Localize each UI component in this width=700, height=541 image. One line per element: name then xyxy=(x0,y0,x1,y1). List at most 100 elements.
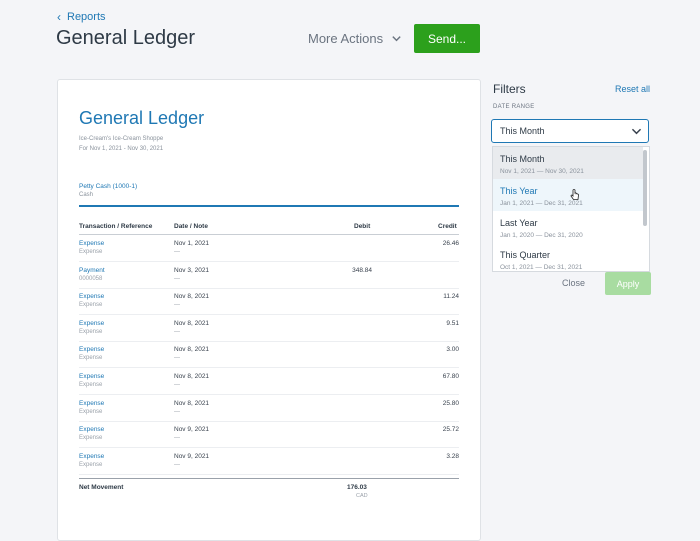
option-label: This Quarter xyxy=(500,250,551,260)
transaction-link[interactable]: Expense xyxy=(79,453,104,460)
note-text: — xyxy=(174,275,180,282)
report-preview: General Ledger Ice-Cream's Ice-Cream Sho… xyxy=(57,79,481,541)
account-name[interactable]: Petty Cash (1000-1) xyxy=(79,183,137,190)
column-header-transaction: Transaction / Reference xyxy=(79,223,153,230)
column-header-date: Date / Note xyxy=(174,223,208,230)
section-divider xyxy=(79,205,459,207)
close-button[interactable]: Close xyxy=(562,278,585,288)
table-row: Expense Expense Nov 9, 2021— 25.72 xyxy=(79,421,459,449)
more-actions-label: More Actions xyxy=(308,31,384,46)
table-row: Expense Expense Nov 8, 2021— 11.24 xyxy=(79,288,459,316)
transaction-link[interactable]: Expense xyxy=(79,240,104,247)
table-row: Expense Expense Nov 1, 2021 — 26.46 xyxy=(79,235,459,262)
date-text: Nov 3, 2021 xyxy=(174,266,210,274)
date-text: Nov 1, 2021 xyxy=(174,240,210,247)
net-movement-currency: CAD xyxy=(356,493,368,499)
transaction-link[interactable]: Payment xyxy=(79,267,105,274)
page-title: General Ledger xyxy=(56,27,195,49)
net-movement-value: 176.03 xyxy=(347,484,367,491)
transaction-link[interactable]: Expense xyxy=(79,426,104,433)
reference-text: 0000058 xyxy=(79,275,103,282)
note-text: — xyxy=(174,249,180,255)
chevron-down-icon xyxy=(392,36,401,42)
send-button[interactable]: Send... xyxy=(414,24,480,53)
table-row: Payment 0000058 Nov 3, 2021— 348.84 xyxy=(79,262,459,289)
credit-value: 26.46 xyxy=(442,240,459,247)
date-range-value: This Month xyxy=(500,126,545,136)
transaction-link[interactable]: Expense xyxy=(79,400,104,407)
note-text: — xyxy=(174,461,180,468)
option-label: Last Year xyxy=(500,218,538,228)
date-text: Nov 8, 2021 xyxy=(174,293,210,301)
date-range-select[interactable]: This Month xyxy=(491,119,649,143)
report-period: For Nov 1, 2021 - Nov 30, 2021 xyxy=(79,146,164,152)
reference-text: Expense xyxy=(79,408,103,415)
back-to-reports-link[interactable]: ‹ Reports xyxy=(57,9,106,24)
date-range-label: DATE RANGE xyxy=(493,104,535,110)
note-text: — xyxy=(174,328,180,335)
table-row: Expense Expense Nov 8, 2021— 25.80 xyxy=(79,395,459,422)
chevron-left-icon: ‹ xyxy=(57,9,61,24)
option-this-quarter[interactable]: This Quarter Oct 1, 2021 — Dec 31, 2021 xyxy=(493,243,643,271)
date-text: Nov 9, 2021 xyxy=(174,452,210,460)
option-this-year[interactable]: This Year Jan 1, 2021 — Dec 31, 2021 xyxy=(493,179,643,211)
credit-value: 9.51 xyxy=(446,319,459,327)
option-last-year[interactable]: Last Year Jan 1, 2020 — Dec 31, 2020 xyxy=(493,211,643,243)
reference-text: Expense xyxy=(79,355,103,362)
chevron-down-icon xyxy=(631,128,642,135)
credit-value: 3.28 xyxy=(446,452,459,460)
date-text: Nov 8, 2021 xyxy=(174,399,210,407)
filters-title: Filters xyxy=(493,82,526,96)
date-text: Nov 9, 2021 xyxy=(174,426,210,434)
date-range-dropdown: This Month Nov 1, 2021 — Nov 30, 2021 Th… xyxy=(492,146,650,272)
table-row: Expense Expense Nov 8, 2021— 3.00 xyxy=(79,341,459,369)
reference-text: Expense xyxy=(79,249,103,255)
debit-value: 348.84 xyxy=(352,266,372,274)
reference-text: Expense xyxy=(79,435,103,442)
date-text: Nov 8, 2021 xyxy=(174,346,210,354)
table-row: Expense Expense Nov 8, 2021 — 67.80 xyxy=(79,368,459,395)
total-divider xyxy=(79,478,459,479)
transaction-link[interactable]: Expense xyxy=(79,293,104,300)
reference-text: Expense xyxy=(79,302,103,309)
credit-value: 3.00 xyxy=(446,346,459,354)
note-text: — xyxy=(174,408,180,415)
table-row: Expense Expense Nov 8, 2021— 9.51 xyxy=(79,315,459,342)
credit-value: 11.24 xyxy=(443,293,459,301)
column-header-credit: Credit xyxy=(438,223,457,230)
transaction-link[interactable]: Expense xyxy=(79,320,104,327)
reference-text: Expense xyxy=(79,461,103,468)
option-range: Jan 1, 2021 — Dec 31, 2021 xyxy=(500,200,583,207)
back-label: Reports xyxy=(67,11,106,23)
dropdown-scrollbar[interactable] xyxy=(643,150,647,226)
note-text: — xyxy=(174,355,180,362)
reference-text: Expense xyxy=(79,382,103,388)
apply-button[interactable]: Apply xyxy=(605,272,651,295)
note-text: — xyxy=(174,302,180,309)
note-text: — xyxy=(174,382,180,388)
option-label: This Year xyxy=(500,186,538,196)
option-range: Jan 1, 2020 — Dec 31, 2020 xyxy=(500,232,583,239)
reference-text: Expense xyxy=(79,328,103,335)
account-type: Cash xyxy=(79,192,94,198)
option-this-month[interactable]: This Month Nov 1, 2021 — Nov 30, 2021 xyxy=(493,147,643,179)
date-text: Nov 8, 2021 xyxy=(174,319,210,327)
table-row: Expense Expense Nov 9, 2021— 3.28 xyxy=(79,448,459,475)
pointer-cursor-icon xyxy=(570,189,579,200)
option-label: This Month xyxy=(500,154,545,164)
report-title: General Ledger xyxy=(79,108,205,128)
option-range: Nov 1, 2021 — Nov 30, 2021 xyxy=(500,168,584,175)
column-header-debit: Debit xyxy=(354,223,371,230)
date-text: Nov 8, 2021 xyxy=(174,373,210,380)
reset-all-link[interactable]: Reset all xyxy=(615,84,650,94)
more-actions-button[interactable]: More Actions xyxy=(308,31,402,46)
option-range: Oct 1, 2021 — Dec 31, 2021 xyxy=(500,264,583,271)
credit-value: 67.80 xyxy=(442,373,459,380)
credit-value: 25.72 xyxy=(442,426,459,434)
note-text: — xyxy=(174,435,180,442)
company-name: Ice-Cream's Ice-Cream Shoppe xyxy=(79,136,164,142)
transaction-link[interactable]: Expense xyxy=(79,373,104,380)
net-movement-label: Net Movement xyxy=(79,484,124,491)
transaction-link[interactable]: Expense xyxy=(79,346,104,353)
credit-value: 25.80 xyxy=(442,399,459,407)
